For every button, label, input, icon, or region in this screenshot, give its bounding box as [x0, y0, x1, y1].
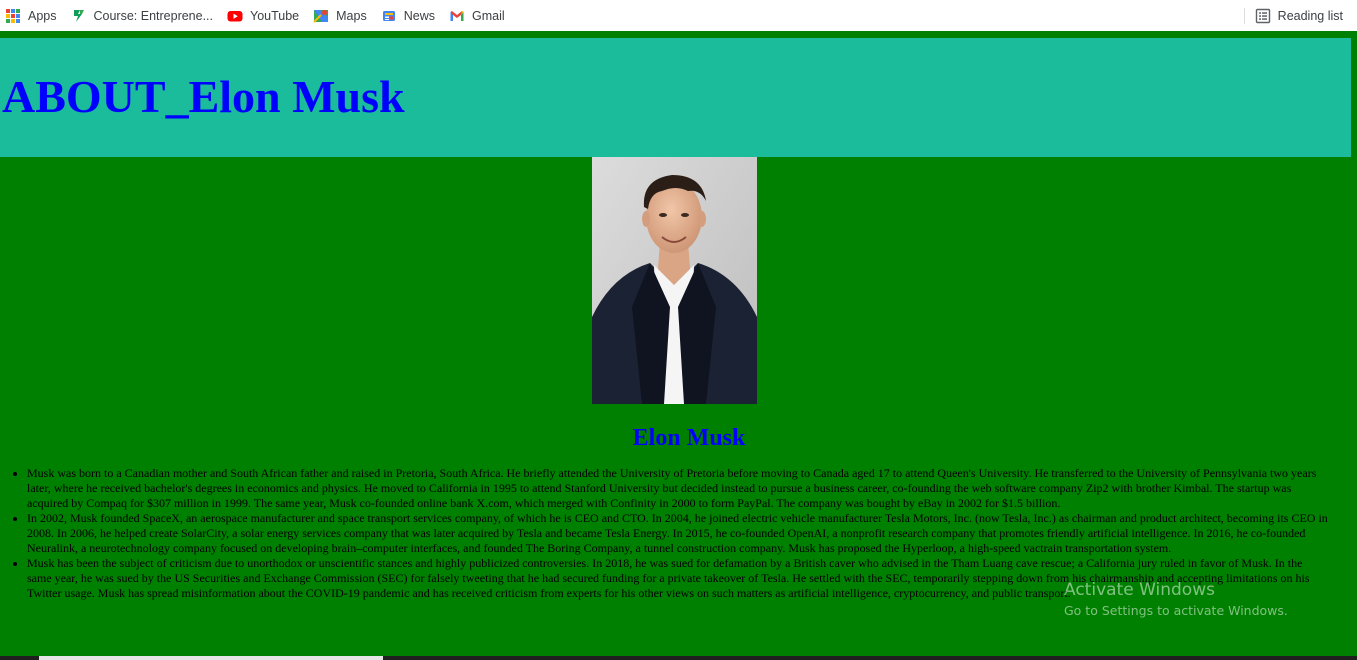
elon-musk-photo — [592, 157, 757, 404]
bookmark-label: News — [403, 8, 435, 23]
reading-list-wrap: Reading list — [1243, 0, 1357, 31]
course-s-icon — [71, 8, 87, 24]
news-icon — [381, 8, 397, 24]
apps-grid-icon — [5, 8, 21, 24]
taskbar-active-item[interactable] — [39, 656, 383, 660]
watermark-subtitle: Go to Settings to activate Windows. — [1064, 603, 1288, 618]
person-name-heading: Elon Musk — [632, 425, 746, 451]
bookmark-apps-label: Apps — [28, 8, 57, 23]
reading-list-button[interactable]: Reading list — [1255, 8, 1357, 24]
bio-list-item: Musk was born to a Canadian mother and S… — [27, 466, 1330, 511]
bookmark-course[interactable]: Course: Entreprene... — [66, 4, 220, 28]
bookmark-maps[interactable]: Maps — [308, 4, 373, 28]
bookmark-label: Maps — [336, 8, 367, 23]
activate-windows-watermark: Activate Windows Go to Settings to activ… — [1064, 579, 1288, 620]
bookmarks-divider — [1243, 7, 1245, 24]
bookmark-apps[interactable]: Apps — [0, 4, 63, 28]
youtube-icon — [227, 8, 243, 24]
gmail-icon — [449, 8, 465, 24]
bookmark-label: YouTube — [250, 8, 300, 23]
bookmark-label: Course: Entreprene... — [93, 8, 214, 23]
reading-list-icon — [1255, 8, 1271, 24]
bio-list-item: In 2002, Musk founded SpaceX, an aerospa… — [27, 511, 1330, 556]
bookmark-youtube[interactable]: YouTube — [222, 4, 305, 28]
page-title: ABOUT_Elon Musk — [2, 71, 405, 122]
watermark-title: Activate Windows — [1064, 580, 1215, 600]
taskbar-strip — [0, 656, 1357, 660]
maps-icon — [313, 8, 329, 24]
bookmark-gmail[interactable]: Gmail — [444, 4, 511, 28]
reading-list-label: Reading list — [1277, 8, 1343, 23]
page-viewport: ABOUT_Elon Musk Elon Musk • Musk was bor… — [0, 31, 1357, 656]
bookmarks-bar: Apps Course: Entreprene... YouTube Maps … — [0, 0, 1357, 31]
bookmark-label: Gmail — [471, 8, 505, 23]
bookmark-news[interactable]: News — [376, 4, 441, 28]
